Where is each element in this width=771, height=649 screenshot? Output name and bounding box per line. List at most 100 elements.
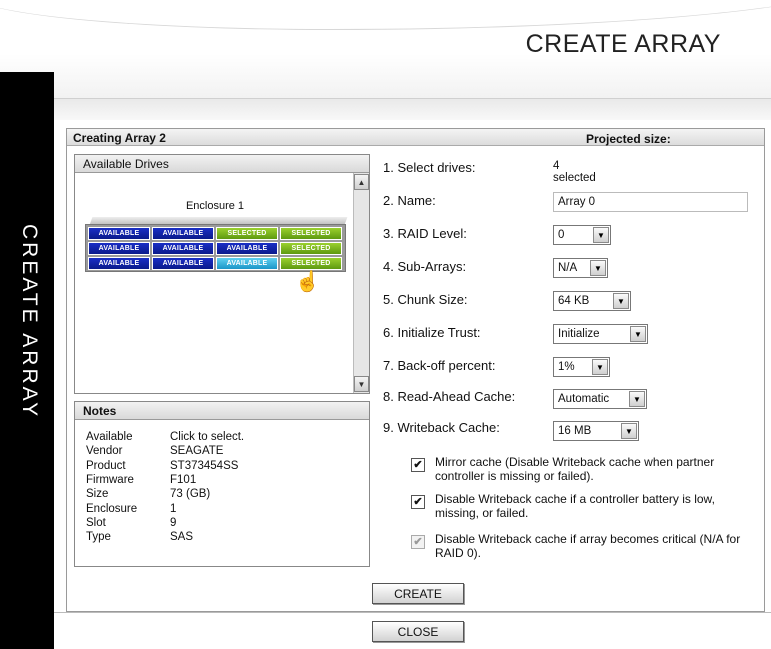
raid-level-value: 0 [558,229,565,241]
notes-key: Slot [86,516,106,529]
hand-pointer-icon: ☝ [295,271,320,293]
drive-bay[interactable]: AVAILABLE [152,242,214,255]
chunk-size-value: 64 KB [558,295,590,307]
sub-arrays-value: N/A [558,262,578,274]
battery-checkbox[interactable]: ✔ [411,495,425,509]
notes-key: Vendor [86,445,123,458]
writeback-select[interactable]: 16 MB ▼ [553,421,639,441]
chevron-down-icon: ▼ [590,260,606,276]
writeback-label: 9. Writeback Cache: [383,420,500,435]
notes-row: Type SAS [86,530,244,544]
panel-title: Creating Array 2 [73,131,166,145]
sub-arrays-select[interactable]: N/A ▼ [553,258,608,278]
create-button[interactable]: CREATE [372,583,464,604]
notes-value: ST373454SS [170,459,239,472]
notes-key: Firmware [86,474,134,487]
scroll-down-icon[interactable]: ▼ [354,376,369,392]
header-curve [0,0,771,30]
enclosure-body: AVAILABLE AVAILABLE SELECTED SELECTED AV… [85,224,346,272]
enclosure-graphic: AVAILABLE AVAILABLE SELECTED SELECTED AV… [85,217,348,277]
notes-key: Type [86,531,111,544]
initialize-trust-label: 6. Initialize Trust: [383,325,481,340]
select-drives-value: 4 selected [553,160,596,184]
notes-title: Notes [83,404,117,418]
sub-arrays-label: 4. Sub-Arrays: [383,259,467,274]
notes-row: Available Click to select. [86,430,244,444]
drive-bay[interactable]: AVAILABLE [152,257,214,270]
notes-key: Available [86,431,133,444]
chevron-down-icon: ▼ [621,423,637,439]
notes-row: Size 73 (GB) [86,487,244,501]
drives-scrollbar[interactable]: ▲ ▼ [353,173,369,393]
notes-row: Product ST373454SS [86,459,244,473]
drive-bay[interactable]: AVAILABLE [88,242,150,255]
notes-header: Notes [75,402,369,420]
notes-row: Enclosure 1 [86,501,244,515]
raid-level-select[interactable]: 0 ▼ [553,225,611,245]
projected-size-label: Projected size: [586,132,671,146]
initialize-trust-value: Initialize [558,328,600,340]
scroll-up-icon[interactable]: ▲ [354,174,369,190]
raid-level-label: 3. RAID Level: [383,226,467,241]
drive-bay-hovered[interactable]: AVAILABLE [216,257,278,270]
drive-bay[interactable]: SELECTED [280,257,342,270]
backoff-value: 1% [558,361,575,373]
drive-bay[interactable]: AVAILABLE [88,227,150,240]
page-header: CREATE ARRAY [0,0,771,98]
backoff-select[interactable]: 1% ▼ [553,357,610,377]
chevron-down-icon: ▼ [629,391,645,407]
mirror-cache-checkbox[interactable]: ✔ [411,458,425,472]
chevron-down-icon: ▼ [593,227,609,243]
bottom-divider [54,612,771,613]
notes-value: Click to select. [170,431,245,444]
name-input[interactable]: Array 0 [553,192,748,212]
drive-bay[interactable]: SELECTED [280,227,342,240]
select-drives-label: 1. Select drives: [383,160,476,175]
panel-header: Creating Array 2 Projected size: [67,129,764,146]
bay-row-2: AVAILABLE AVAILABLE AVAILABLE SELECTED [88,242,342,255]
chevron-down-icon: ▼ [613,293,629,309]
notes-row: Firmware F101 [86,473,244,487]
notes-row: Slot 9 [86,516,244,530]
battery-text: Disable Writeback cache if a controller … [435,492,715,520]
drive-bay[interactable]: AVAILABLE [152,227,214,240]
notes-value: F101 [170,474,197,487]
chunk-size-select[interactable]: 64 KB ▼ [553,291,631,311]
drive-bay[interactable]: SELECTED [280,242,342,255]
available-drives-box: Available Drives Enclosure 1 AVAILABLE A… [74,154,370,394]
writeback-value: 16 MB [558,425,592,437]
notes-box: Notes Available Click to select. Vendor SE… [74,401,370,567]
sidebar: CREATE ARRAY [0,72,54,649]
read-ahead-select[interactable]: Automatic ▼ [553,389,647,409]
create-array-panel: Creating Array 2 Projected size: Availab… [66,128,765,612]
notes-row: Vendor SEAGATE [86,444,244,458]
read-ahead-label: 8. Read-Ahead Cache: [383,389,516,404]
page-title: CREATE ARRAY [525,30,721,58]
drive-bay[interactable]: AVAILABLE [88,257,150,270]
initialize-trust-select[interactable]: Initialize ▼ [553,324,648,344]
bay-row-3: AVAILABLE AVAILABLE AVAILABLE SELECTED [88,257,342,270]
notes-key: Product [86,459,126,472]
notes-table: Available Click to select. Vendor SEAGATE … [86,430,244,544]
backoff-label: 7. Back-off percent: [383,358,496,373]
notes-key: Enclosure [86,502,138,515]
bay-row-1: AVAILABLE AVAILABLE SELECTED SELECTED [88,227,342,240]
close-button[interactable]: CLOSE [372,621,464,642]
name-label: 2. Name: [383,193,436,208]
drive-bay[interactable]: SELECTED [216,227,278,240]
notes-value: SEAGATE [170,445,224,458]
enclosure-name: Enclosure 1 [185,200,245,212]
notes-value: 9 [170,516,177,529]
mirror-cache-text: Mirror cache (Disable Writeback cache wh… [435,455,715,483]
notes-value: 73 (GB) [170,488,211,501]
chevron-down-icon: ▼ [630,326,646,342]
critical-checkbox: ✔ [411,535,425,549]
drive-bay[interactable]: AVAILABLE [216,242,278,255]
drives-header: Available Drives [75,155,369,173]
separator-band [54,98,771,120]
notes-value: SAS [170,531,194,544]
drives-title: Available Drives [83,157,169,171]
read-ahead-value: Automatic [558,393,610,405]
chevron-down-icon: ▼ [592,359,608,375]
critical-text: Disable Writeback cache if array becomes… [435,532,741,560]
